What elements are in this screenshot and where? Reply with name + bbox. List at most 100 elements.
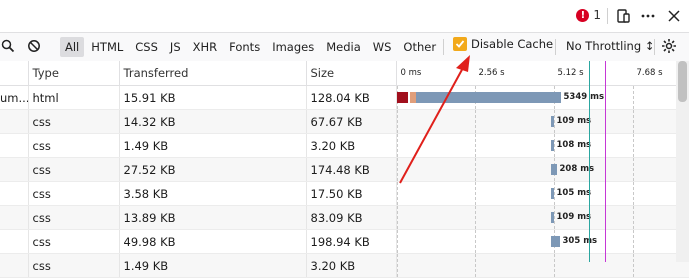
filter-media[interactable]: Media — [321, 37, 366, 57]
waterfall-gridline — [553, 134, 555, 157]
vertical-scrollbar[interactable] — [676, 61, 689, 262]
filter-ws[interactable]: WS — [368, 37, 397, 57]
cell-name — [0, 133, 29, 158]
cell-transferred: 27.52 KB — [119, 157, 307, 182]
waterfall-gridline — [632, 110, 634, 133]
cell-type: html — [28, 85, 120, 110]
filter-other[interactable]: Other — [398, 37, 441, 57]
column-header-type[interactable]: Type — [28, 61, 120, 86]
cell-size: 174.48 KB — [306, 157, 397, 182]
load-event-marker — [605, 61, 606, 262]
cell-transferred: 15.91 KB — [119, 85, 307, 110]
waterfall-gridline — [474, 182, 476, 205]
dom-content-loaded-marker — [589, 61, 590, 262]
filter-xhr[interactable]: XHR — [188, 37, 223, 57]
timing-bar — [550, 212, 554, 223]
disable-cache-label: Disable Cache — [471, 37, 554, 51]
cell-waterfall: 108 ms — [396, 133, 689, 158]
timing-bar-blocked — [396, 92, 408, 103]
column-header-waterfall[interactable]: 0 ms 2.56 s 5.12 s 7.68 s — [396, 61, 689, 86]
filter-css[interactable]: CSS — [130, 37, 163, 57]
timing-bar-receive — [415, 92, 561, 103]
divider — [555, 39, 556, 55]
cell-size: 17.50 KB — [306, 181, 397, 206]
cell-waterfall: 109 ms — [396, 205, 689, 230]
cell-transferred: 3.58 KB — [119, 181, 307, 206]
checkbox-checked-icon[interactable] — [453, 37, 467, 51]
column-header-name[interactable] — [0, 61, 29, 86]
cell-waterfall: 109 ms — [396, 109, 689, 134]
devtools-top-bar: ! 1 — [0, 0, 689, 32]
cell-waterfall: 305 ms — [396, 229, 689, 254]
filter-images[interactable]: Images — [267, 37, 319, 57]
filter-html[interactable]: HTML — [86, 37, 128, 57]
table-row[interactable]: css 27.52 KB 174.48 KB 208 ms — [0, 157, 689, 182]
clear-icon[interactable] — [26, 38, 42, 54]
cell-name — [0, 109, 29, 134]
table-row[interactable]: css 3.58 KB 17.50 KB 105 ms — [0, 181, 689, 206]
timing-label: 109 ms — [556, 116, 592, 126]
cell-size: 83.09 KB — [306, 205, 397, 230]
waterfall-gridline — [632, 254, 634, 277]
filter-all[interactable]: All — [60, 37, 85, 57]
responsive-mode-icon[interactable] — [613, 6, 633, 26]
waterfall-gridline — [396, 158, 398, 181]
filter-js[interactable]: JS — [165, 37, 186, 57]
timing-label: 105 ms — [556, 188, 592, 198]
cell-type: css — [28, 205, 120, 230]
waterfall-tick-label: 7.68 s — [636, 68, 663, 78]
gear-icon[interactable] — [661, 38, 677, 57]
table-row[interactable]: um... html 15.91 KB 128.04 KB 5349 ms — [0, 85, 689, 110]
waterfall-gridline — [553, 110, 555, 133]
cell-name — [0, 181, 29, 206]
table-row[interactable]: css 49.98 KB 198.94 KB 305 ms — [0, 229, 689, 254]
timing-bar — [550, 140, 554, 151]
scrollbar-thumb[interactable] — [678, 61, 687, 102]
waterfall-gridline — [474, 254, 476, 277]
cell-type: css — [28, 229, 120, 254]
timing-bar — [550, 164, 557, 175]
divider — [443, 39, 444, 55]
error-icon: ! — [576, 8, 590, 22]
waterfall-gridline — [632, 206, 634, 229]
waterfall-gridline — [396, 206, 398, 229]
cell-name — [0, 253, 29, 278]
disable-cache-toggle[interactable]: Disable Cache — [453, 37, 553, 51]
column-header-transferred[interactable]: Transferred — [119, 61, 307, 86]
search-icon[interactable] — [0, 38, 16, 54]
cell-name: um... — [0, 85, 29, 110]
waterfall-tick-label: 0 ms — [400, 68, 422, 78]
cell-type: css — [28, 181, 120, 206]
table-row[interactable]: css 1.49 KB 3.20 KB 108 ms — [0, 133, 689, 158]
filter-fonts[interactable]: Fonts — [224, 37, 265, 57]
column-header-size[interactable]: Size — [306, 61, 397, 86]
more-options-icon[interactable] — [638, 6, 658, 26]
cell-type: css — [28, 109, 120, 134]
close-icon[interactable] — [664, 6, 684, 26]
throttling-select[interactable]: No Throttling ↕ — [566, 37, 654, 55]
waterfall-tick-label: 2.56 s — [478, 68, 505, 78]
table-row[interactable]: css 14.32 KB 67.67 KB 109 ms — [0, 109, 689, 134]
waterfall-gridline — [396, 182, 398, 205]
timing-label: 109 ms — [556, 212, 592, 222]
cell-type: css — [28, 157, 120, 182]
cell-transferred: 13.89 KB — [119, 205, 307, 230]
cell-size: 3.20 KB — [306, 253, 397, 278]
divider — [654, 39, 655, 55]
cell-transferred: 1.49 KB — [119, 133, 307, 158]
error-counter[interactable]: ! 1 — [576, 8, 601, 22]
table-row[interactable]: css 13.89 KB 83.09 KB 109 ms — [0, 205, 689, 230]
cell-name — [0, 205, 29, 230]
cell-transferred: 1.49 KB — [119, 253, 307, 278]
table-row[interactable]: css 1.49 KB 3.20 KB — [0, 253, 689, 278]
cell-size: 128.04 KB — [306, 85, 397, 110]
waterfall-tick-label: 5.12 s — [557, 68, 584, 78]
waterfall-gridline — [632, 86, 634, 109]
cell-waterfall: 208 ms — [396, 157, 689, 182]
cell-waterfall — [396, 253, 689, 278]
waterfall-gridline — [474, 206, 476, 229]
network-toolbar: All HTML CSS JS XHR Fonts Images Media W… — [0, 32, 689, 62]
timing-label: 305 ms — [562, 236, 598, 246]
waterfall-gridline — [553, 206, 555, 229]
waterfall-gridline — [632, 134, 634, 157]
